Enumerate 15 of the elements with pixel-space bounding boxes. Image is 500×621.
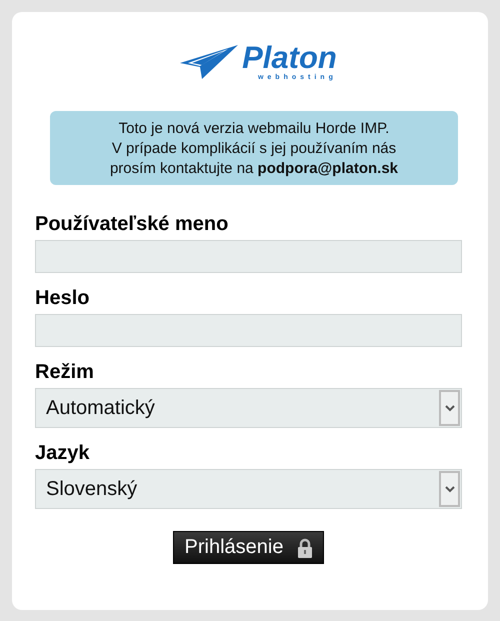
field-label: Heslo	[35, 286, 90, 310]
field-label: Režim	[35, 360, 94, 384]
chevron-down-icon	[439, 471, 460, 507]
field-label: Jazyk	[35, 441, 90, 465]
lock-icon	[297, 538, 314, 558]
login-button[interactable]: Prihlásenie	[172, 531, 324, 564]
password-field[interactable]	[35, 314, 462, 347]
username-field[interactable]	[35, 240, 462, 273]
chevron-down-icon	[439, 390, 460, 426]
logo-text: Platon	[242, 42, 337, 72]
select-field[interactable]: Automatický	[35, 388, 462, 428]
paper-plane-icon	[180, 45, 238, 79]
select-field[interactable]: Slovenský	[35, 469, 462, 509]
info-notice: Toto je nová verzia webmailu Horde IMP. V prípade komplikácií s jej používaním nás prosím kontaktujte na podpora@platon.sk	[50, 111, 458, 185]
field-label: Používateľské meno	[35, 212, 228, 236]
